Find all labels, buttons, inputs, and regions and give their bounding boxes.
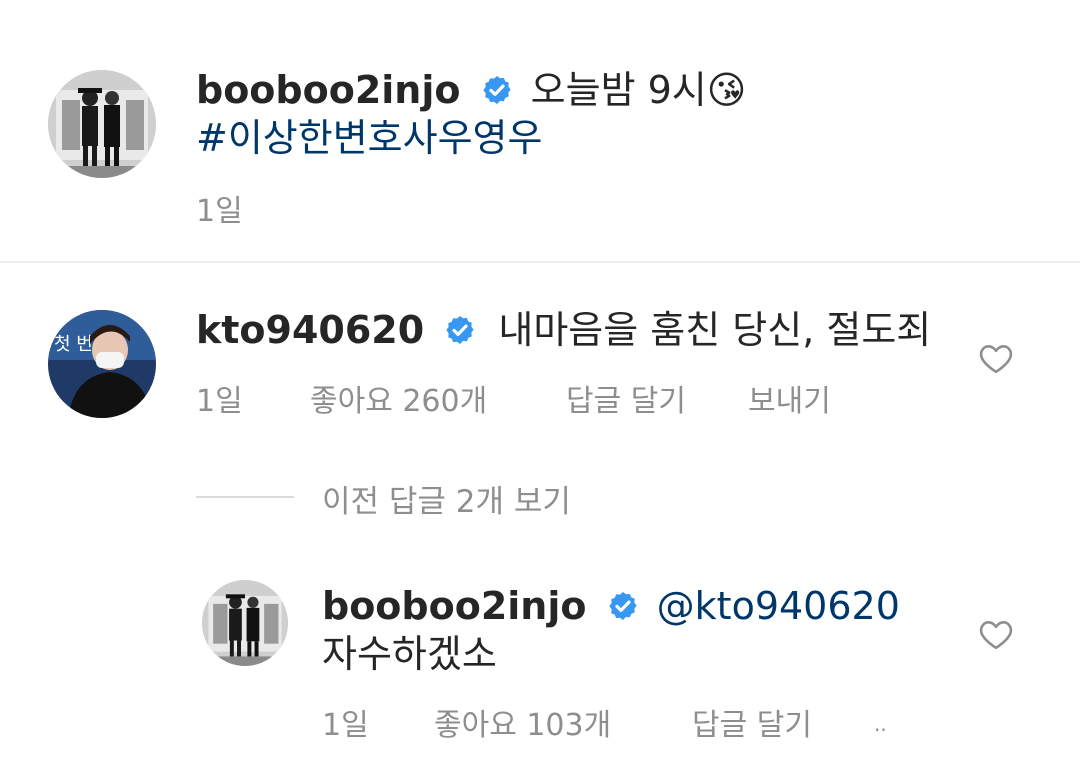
comment-time: 1일 [196, 384, 243, 419]
post-username[interactable]: booboo2injo [196, 68, 460, 112]
reply-avatar[interactable] [202, 580, 288, 666]
verified-badge-icon [607, 585, 639, 633]
view-previous-replies-button[interactable]: 이전 답글 2개 보기 [322, 476, 571, 521]
post-hashtag[interactable]: #이상한변호사우영우 [196, 114, 542, 162]
reply-likes[interactable]: 좋아요 103개 [434, 700, 611, 744]
comment-send-button[interactable]: 보내기 [748, 376, 831, 420]
divider [0, 261, 1080, 263]
heart-outline-icon[interactable] [978, 618, 1014, 650]
reply-mention[interactable]: @kto940620 [657, 584, 900, 628]
comment-text: 내마음을 훔친 당신, 절도죄 [498, 308, 932, 352]
view-replies-line [196, 496, 294, 498]
avatar-photo [48, 70, 156, 178]
svg-text:첫 번: 첫 번 [54, 334, 93, 355]
avatar-photo [202, 580, 288, 666]
verified-badge-icon [444, 309, 476, 357]
kiss-emoji: 😘 [706, 68, 747, 112]
comment-likes[interactable]: 좋아요 260개 [310, 376, 487, 420]
post-avatar[interactable] [48, 70, 156, 178]
post-time: 1일 [196, 194, 243, 229]
reply-username[interactable]: booboo2injo [322, 584, 586, 628]
reply-time: 1일 [322, 708, 369, 743]
reply-reply-button[interactable]: 답글 달기 [692, 700, 812, 744]
avatar-photo: 첫 번 [48, 310, 156, 418]
verified-badge-icon [481, 69, 513, 117]
more-options[interactable]: .. [874, 712, 887, 736]
comment-avatar[interactable]: 첫 번 [48, 310, 156, 418]
comment-username[interactable]: kto940620 [196, 308, 424, 352]
heart-outline-icon[interactable] [978, 342, 1014, 374]
reply-text: 자수하겠소 [322, 632, 497, 676]
comment-reply-button[interactable]: 답글 달기 [566, 376, 686, 420]
post-caption: 오늘밤 9시 [530, 68, 707, 112]
